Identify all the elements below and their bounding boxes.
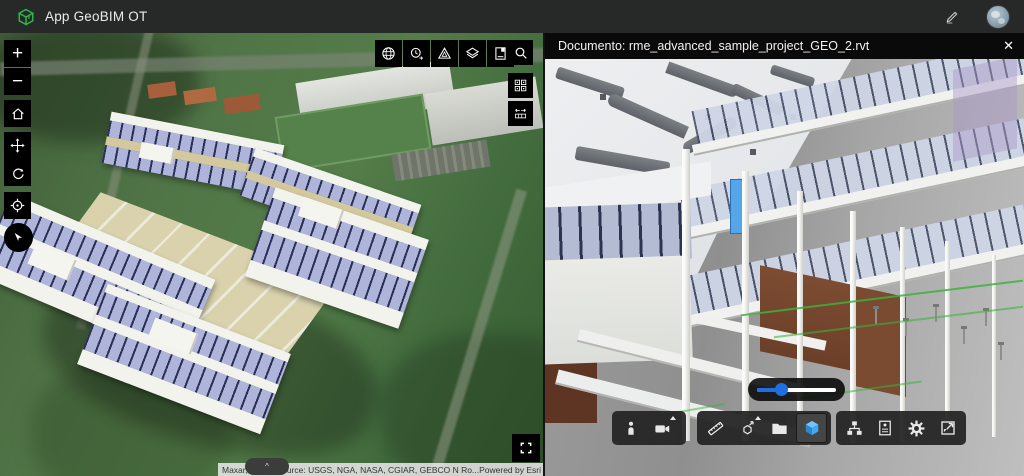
explode-slider[interactable] <box>748 378 845 401</box>
rotate-button[interactable] <box>4 159 31 186</box>
viewer-fullscreen-button[interactable] <box>933 413 963 443</box>
column <box>682 149 690 441</box>
roof-vent <box>600 94 606 100</box>
map-panel[interactable]: + − Maxar, M Source: USGS, NGA, NASA, CG… <box>0 33 545 476</box>
measure-button[interactable] <box>700 413 731 443</box>
tools-toolbar-group <box>697 411 831 445</box>
search-button[interactable] <box>508 40 533 65</box>
document-title: Documento: rme_advanced_sample_project_G… <box>558 39 870 53</box>
globe-icon <box>382 47 395 60</box>
zoom-in-glyph: + <box>11 43 24 64</box>
locate-button[interactable] <box>4 192 31 219</box>
close-icon[interactable]: ✕ <box>1003 38 1014 54</box>
documents-button[interactable] <box>764 413 795 443</box>
grid-icon <box>514 79 527 92</box>
dropdown-caret-icon <box>755 416 761 420</box>
model-browser-button[interactable] <box>839 413 869 443</box>
corner-window-band <box>545 202 692 264</box>
ruler-icon <box>708 421 724 435</box>
fullscreen-icon <box>520 442 532 454</box>
bim-viewer-panel[interactable]: Documento: rme_advanced_sample_project_G… <box>545 33 1024 476</box>
fullscreen-diagonal-icon <box>941 421 955 435</box>
rotate-icon <box>12 168 24 179</box>
chevron-up-icon: ^ <box>265 462 269 471</box>
zoom-out-button[interactable]: − <box>4 68 31 95</box>
gear-icon <box>908 420 925 436</box>
clock-icon <box>410 47 423 60</box>
layers-icon <box>465 47 480 59</box>
bookmark-icon <box>495 47 506 60</box>
sprinkler-pipe <box>873 306 879 324</box>
sprinkler-pipe <box>903 318 909 336</box>
slider-track[interactable] <box>757 383 836 396</box>
home-icon <box>11 107 24 119</box>
geobim-logo-icon <box>17 8 35 26</box>
explode-button[interactable] <box>732 413 763 443</box>
camera-tools-button[interactable] <box>647 413 678 443</box>
folder-icon <box>772 423 787 434</box>
edit-pencil-icon[interactable] <box>944 9 960 25</box>
target-icon <box>10 198 25 213</box>
settings-toolbar-group <box>836 411 966 445</box>
pan-arrows-icon <box>10 138 25 153</box>
measure-triangle-icon <box>437 47 452 59</box>
powered-by-esri: Powered by Esri <box>479 464 541 475</box>
avatar-decor <box>998 17 1005 24</box>
sprinkler-pipe <box>983 308 989 326</box>
measurement-button[interactable] <box>431 40 458 67</box>
column <box>742 171 749 441</box>
compass-button[interactable] <box>4 223 33 252</box>
home-button[interactable] <box>4 100 31 127</box>
basemap-gallery-button[interactable] <box>508 73 533 98</box>
map-fullscreen-button[interactable] <box>512 434 540 462</box>
attribution-expander[interactable]: ^ <box>245 458 289 475</box>
camera-icon <box>655 424 670 432</box>
zoom-out-glyph: − <box>11 71 24 92</box>
user-avatar[interactable] <box>986 4 1010 29</box>
hierarchy-tree-icon <box>847 420 862 435</box>
explode-model-icon <box>743 420 754 434</box>
settings-button[interactable] <box>902 413 932 443</box>
person-icon <box>627 421 634 435</box>
properties-panel-icon <box>879 420 892 436</box>
basemap-globe-button[interactable] <box>375 40 402 67</box>
column <box>945 241 950 437</box>
explode-slider-thumb[interactable] <box>774 383 788 396</box>
avatar-decor <box>991 10 1000 18</box>
app-title: App GeoBIM OT <box>45 9 148 24</box>
model-view-button[interactable] <box>796 413 827 443</box>
first-person-button[interactable] <box>615 413 646 443</box>
swipe-tool-button[interactable] <box>508 101 533 126</box>
time-slider-button[interactable] <box>403 40 430 67</box>
compass-needle-icon <box>14 232 22 241</box>
app-bar: App GeoBIM OT <box>0 0 1024 33</box>
distant-glazing <box>953 59 1017 162</box>
sprinkler-pipe <box>998 342 1004 360</box>
sprinkler-pipe <box>933 304 939 322</box>
cube-icon <box>805 420 818 436</box>
properties-button[interactable] <box>870 413 900 443</box>
viewer-header: Documento: rme_advanced_sample_project_G… <box>545 33 1024 59</box>
sprinkler-pipe <box>961 326 967 344</box>
navigation-toolbar-group <box>612 411 686 445</box>
panel-divider <box>543 33 545 476</box>
search-icon <box>515 47 527 59</box>
dropdown-caret-icon <box>670 416 676 420</box>
roof-vent <box>750 149 756 155</box>
swipe-arrows-icon <box>515 108 526 119</box>
column <box>797 191 803 441</box>
zoom-in-button[interactable]: + <box>4 40 31 67</box>
pan-button[interactable] <box>4 132 31 159</box>
attribution-sources: Source: USGS, NGA, NASA, CGIAR, GEBCO N … <box>276 464 480 475</box>
brown-wall <box>760 265 852 371</box>
layers-button[interactable] <box>459 40 486 67</box>
